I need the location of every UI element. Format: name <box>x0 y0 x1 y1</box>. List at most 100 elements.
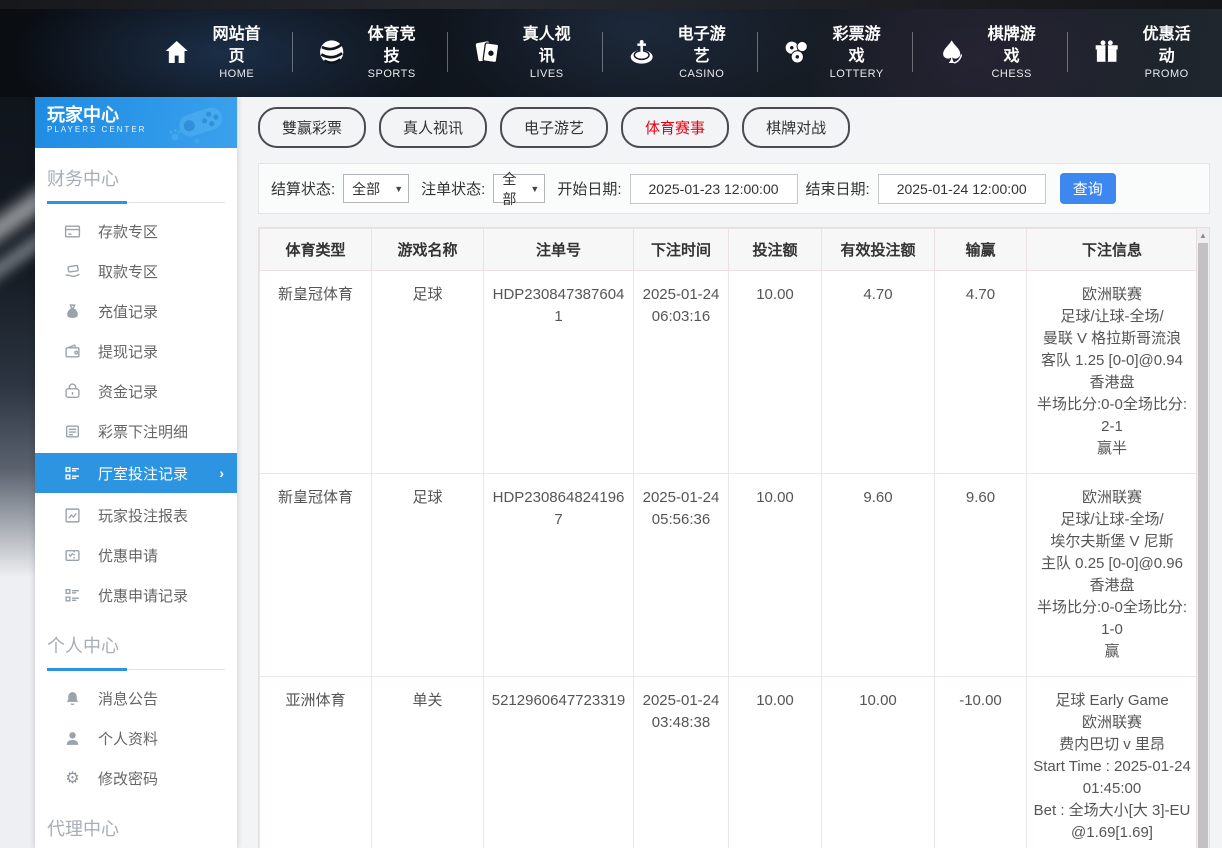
chevron-right-icon: › <box>219 465 224 481</box>
table-row: 亚洲体育 单关 5212960647723319 2025-01-24 03:4… <box>260 677 1198 848</box>
sidebar-item-label: 个人资料 <box>98 728 158 749</box>
cell-valid-amount: 4.70 <box>822 271 935 474</box>
tab-lottery[interactable]: 雙赢彩票 <box>258 107 366 148</box>
table-header-row: 体育类型 游戏名称 注单号 下注时间 投注额 有效投注额 输赢 下注信息 <box>260 229 1198 271</box>
nav-home[interactable]: 网站首页HOME <box>138 24 292 79</box>
col-sport-type: 体育类型 <box>260 229 372 271</box>
end-date-label: 结束日期: <box>806 178 870 199</box>
home-icon <box>162 37 191 67</box>
section-finance-center: 财务中心 <box>47 165 225 203</box>
sidebar-item-promo-apply[interactable]: 优惠申请 <box>35 535 237 575</box>
order-status-label: 注单状态: <box>421 178 485 199</box>
sidebar-item-withdraw[interactable]: 取款专区 <box>35 251 237 291</box>
cell-game: 足球 <box>372 271 484 474</box>
col-win-loss: 输赢 <box>935 229 1027 271</box>
sidebar-item-profile[interactable]: 个人资料 <box>35 718 237 758</box>
nav-label-en: SPORTS <box>360 68 423 80</box>
checklist-icon <box>64 587 81 604</box>
sidebar-item-hall-bet-record[interactable]: 厅室投注记录 › <box>35 453 237 493</box>
sidebar-item-label: 提现记录 <box>98 341 158 362</box>
checklist-icon <box>64 465 81 482</box>
nav-label-zh: 网站首页 <box>205 24 268 67</box>
main-content: 雙赢彩票 真人视讯 电子游艺 体育赛事 棋牌对战 结算状态: 全部▼ 注单状态:… <box>237 97 1222 848</box>
sidebar-item-label: 玩家投注报表 <box>98 505 188 526</box>
cell-bet-info: 欧洲联赛 足球/让球-全场/ 曼联 V 格拉斯哥流浪 客队 1.25 [0-0]… <box>1027 271 1198 474</box>
sidebar-item-player-bet-report[interactable]: 玩家投注报表 <box>35 495 237 535</box>
sidebar-item-label: 消息公告 <box>98 688 158 709</box>
nav-label-zh: 棋牌游戏 <box>980 24 1043 67</box>
settle-status-select[interactable]: 全部 ▼ <box>343 174 409 203</box>
sidebar-item-funds-record[interactable]: 资金记录 <box>35 371 237 411</box>
wallet-icon <box>64 343 81 360</box>
sidebar-item-change-password[interactable]: ⚙ 修改密码 <box>35 758 237 798</box>
cell-valid-amount: 9.60 <box>822 474 935 677</box>
sidebar-header: 玩家中心 PLAYERS CENTER <box>35 97 237 148</box>
sidebar-item-notices[interactable]: 消息公告 <box>35 678 237 718</box>
nav-label-en: CASINO <box>670 68 733 80</box>
deposit-card-icon <box>64 223 81 240</box>
search-button[interactable]: 查询 <box>1060 173 1116 204</box>
sidebar-item-promo-apply-record[interactable]: 优惠申请记录 <box>35 575 237 615</box>
cards-icon <box>472 37 501 67</box>
sidebar-item-label: 厅室投注记录 <box>98 463 188 484</box>
col-bet-info: 下注信息 <box>1027 229 1198 271</box>
cell-sport: 新皇冠体育 <box>260 271 372 474</box>
scrollbar-up-arrow-icon[interactable]: ▲ <box>1197 228 1209 242</box>
report-chart-icon <box>64 507 81 524</box>
section-personal-center: 个人中心 <box>47 632 225 670</box>
money-bag-icon <box>64 303 81 320</box>
tab-live[interactable]: 真人视讯 <box>379 107 487 148</box>
nav-promo[interactable]: 优惠活动PROMO <box>1068 24 1222 79</box>
sports-ball-icon <box>317 37 346 67</box>
cell-valid-amount: 10.00 <box>822 677 935 848</box>
table-row: 新皇冠体育 足球 HDP2308648241967 2025-01-24 05:… <box>260 474 1198 677</box>
nav-casino[interactable]: 电子游艺CASINO <box>603 24 757 79</box>
col-bet-number: 注单号 <box>484 229 634 271</box>
chevron-down-icon: ▼ <box>394 184 403 194</box>
cell-amount: 10.00 <box>729 677 822 848</box>
scrollbar-thumb[interactable] <box>1198 243 1208 848</box>
filter-bar: 结算状态: 全部▼ 注单状态: 全部▼ 开始日期: 结束日期: 查询 <box>258 163 1210 214</box>
order-status-select[interactable]: 全部▼ <box>493 174 545 203</box>
bet-records-table-wrap: 体育类型 游戏名称 注单号 下注时间 投注额 有效投注额 输赢 下注信息 新皇冠… <box>258 227 1210 848</box>
coupon-icon <box>64 547 81 564</box>
chevron-down-icon: ▼ <box>530 184 539 194</box>
sidebar-item-deposit[interactable]: 存款专区 <box>35 211 237 251</box>
gear-icon: ⚙ <box>64 770 81 787</box>
nav-sports[interactable]: 体育竞技SPORTS <box>293 24 447 79</box>
settle-status-value: 全部 <box>352 179 380 199</box>
gift-icon <box>1092 37 1121 67</box>
sidebar-item-label: 彩票下注明细 <box>98 421 188 442</box>
cell-bet-number: HDP2308648241967 <box>484 474 634 677</box>
start-date-input[interactable] <box>630 174 798 204</box>
col-bet-amount: 投注额 <box>729 229 822 271</box>
end-date-input[interactable] <box>878 174 1046 204</box>
sidebar-item-withdraw-record[interactable]: 提现记录 <box>35 331 237 371</box>
page: 网站首页HOME 体育竞技SPORTS 真人视讯LIVES 电子游艺CASINO… <box>0 0 1222 848</box>
tab-sports-active[interactable]: 体育赛事 <box>621 107 729 148</box>
sidebar-item-lottery-bet-detail[interactable]: 彩票下注明细 <box>35 411 237 451</box>
sidebar-item-label: 优惠申请 <box>98 545 158 566</box>
bet-records-table: 体育类型 游戏名称 注单号 下注时间 投注额 有效投注额 输赢 下注信息 新皇冠… <box>259 228 1198 848</box>
nav-lives[interactable]: 真人视讯LIVES <box>448 24 602 79</box>
document-list-icon <box>64 423 81 440</box>
nav-label-en: CHESS <box>980 68 1043 80</box>
nav-lottery[interactable]: 彩票游戏LOTTERY <box>758 24 912 79</box>
table-scrollbar[interactable]: ▲ <box>1196 228 1209 848</box>
sidebar-item-recharge-record[interactable]: 充值记录 <box>35 291 237 331</box>
tab-casino[interactable]: 电子游艺 <box>500 107 608 148</box>
nav-label-en: PROMO <box>1135 68 1198 80</box>
cell-bet-number: 5212960647723319 <box>484 677 634 848</box>
bell-icon <box>64 690 81 707</box>
nav-label-zh: 真人视讯 <box>515 24 578 67</box>
cell-win-loss: 9.60 <box>935 474 1027 677</box>
cell-bet-info: 欧洲联赛 足球/让球-全场/ 埃尔夫斯堡 V 尼斯 主队 0.25 [0-0]@… <box>1027 474 1198 677</box>
sidebar-item-label: 取款专区 <box>98 261 158 282</box>
sidebar-item-label: 充值记录 <box>98 301 158 322</box>
person-icon <box>64 730 81 747</box>
nav-label-en: LOTTERY <box>825 68 888 80</box>
roulette-icon <box>627 37 656 67</box>
tab-chess[interactable]: 棋牌对战 <box>742 107 850 148</box>
gamepad-icon <box>161 101 233 145</box>
nav-chess[interactable]: 棋牌游戏CHESS <box>913 24 1067 79</box>
